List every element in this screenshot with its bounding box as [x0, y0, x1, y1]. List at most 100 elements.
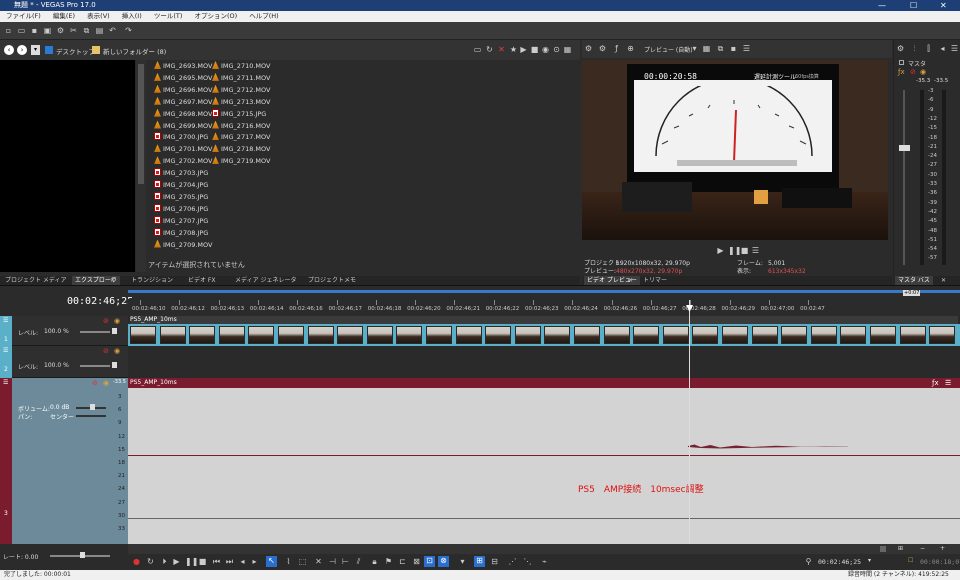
play-start-icon[interactable]: ⏵ [160, 557, 169, 566]
lock-icon[interactable]: 🔒︎ [370, 557, 379, 566]
delete-tool-icon[interactable]: ✕ [314, 557, 323, 566]
tab-video-fx[interactable]: ビデオ FX [185, 276, 218, 285]
track-2-level-value[interactable]: 100.0 % [44, 362, 69, 369]
delete-icon[interactable]: ✕ [497, 45, 506, 54]
scroll-thumb[interactable] [880, 546, 886, 552]
open-folder-icon[interactable]: ▭ [17, 26, 26, 35]
fx-icon[interactable]: ƒ [612, 44, 621, 53]
track-2-lane[interactable] [128, 346, 960, 378]
go-start-icon[interactable]: ⏮ [212, 557, 221, 566]
track-1-level-value[interactable]: 100.0 % [44, 328, 69, 335]
back-icon[interactable]: ‹ [4, 45, 14, 55]
track-2-level-slider[interactable] [80, 365, 110, 367]
snap-marker-icon[interactable]: ⌁ [540, 557, 549, 566]
minimize-button[interactable]: — [878, 0, 886, 11]
master-fx-icon[interactable]: ƒx [898, 68, 905, 76]
tab-project-media[interactable]: プロジェクト メディア [2, 276, 70, 285]
menu-insert[interactable]: 挿入(I) [122, 12, 142, 20]
transport-pause-icon[interactable]: ❚❚ [185, 557, 198, 566]
track-2-level-knob[interactable] [112, 362, 117, 368]
file-scrollbar[interactable] [136, 60, 146, 272]
close-tab-icon[interactable]: ✕ [110, 276, 115, 285]
master-dim-icon[interactable]: ◂ [938, 44, 947, 53]
track-2-solo-icon[interactable]: ◉ [114, 347, 120, 355]
track-1-level-knob[interactable] [112, 328, 117, 334]
record-icon[interactable]: ● [132, 557, 141, 566]
loop-region-bar[interactable] [128, 290, 960, 293]
track-1-mute-icon[interactable]: ⊘ [103, 317, 109, 325]
preview-settings-icon[interactable]: ⚙ [598, 44, 607, 53]
views-icon[interactable]: ▦ [563, 45, 572, 54]
file-item[interactable]: IMG_2699.MOV [154, 120, 212, 132]
external-monitor-icon[interactable]: ⊕ [626, 44, 635, 53]
transport-stop-icon[interactable]: ■ [198, 557, 207, 566]
track-1-menu-icon[interactable]: ☰ [3, 317, 8, 324]
breadcrumb-desktop[interactable]: デスクトップ [56, 46, 95, 56]
transport-play-icon[interactable]: ▶ [172, 557, 181, 566]
menu-icon[interactable]: ☰ [742, 44, 751, 53]
up-folder-icon[interactable]: ▭ [473, 45, 482, 54]
track-1-solo-icon[interactable]: ◉ [114, 317, 120, 325]
crossfade-icon[interactable]: ⊗ [438, 556, 449, 567]
transport-timecode[interactable]: 00:02:46;25 [818, 558, 861, 566]
track-1-level-slider[interactable] [80, 331, 110, 333]
volume-knob[interactable] [90, 404, 95, 410]
file-item[interactable]: IMG_2700.JPG [154, 131, 208, 143]
tab-media-generators[interactable]: メディア ジェネレータ [232, 276, 300, 285]
preview-menu-icon[interactable]: ☰ [751, 246, 760, 255]
dropdown-icon[interactable]: ▾ [868, 557, 871, 564]
track-2-mute-icon[interactable]: ⊘ [103, 347, 109, 355]
pan-value[interactable]: センター [50, 412, 74, 421]
region-icon[interactable]: ⊏ [398, 557, 407, 566]
tab-transitions[interactable]: トランジション [128, 276, 176, 285]
file-item[interactable]: IMG_2708.JPG [154, 227, 208, 239]
tab-trimmer[interactable]: トリマー [640, 276, 670, 285]
file-item[interactable]: IMG_2713.MOV [212, 96, 270, 108]
file-item[interactable]: IMG_2702.MOV [154, 155, 212, 167]
auto-crossfade-icon[interactable]: ⊞ [474, 556, 485, 567]
play-icon[interactable]: ▶ [519, 45, 528, 54]
playhead-cursor[interactable] [689, 300, 690, 544]
file-item[interactable]: IMG_2701.MOV [154, 143, 212, 155]
file-item[interactable]: IMG_2696.MOV [154, 84, 212, 96]
file-item[interactable]: IMG_2718.MOV [212, 143, 270, 155]
transport-timecode-2[interactable]: 00:00:18;07 [920, 558, 960, 566]
menu-file[interactable]: ファイル(F) [6, 12, 41, 20]
file-item[interactable]: IMG_2703.JPG [154, 167, 208, 179]
audio-fx-icon[interactable]: ƒx [932, 379, 939, 387]
preview-quality[interactable]: プレビュー (自動) [644, 45, 693, 54]
file-item[interactable]: IMG_2710.MOV [212, 60, 270, 72]
master-solo-icon[interactable]: ◉ [920, 68, 926, 76]
menu-view[interactable]: 表示(V) [87, 12, 110, 20]
trim-end-icon[interactable]: ⊢ [341, 557, 350, 566]
volume-value[interactable]: 0.0 dB [50, 404, 69, 411]
file-item[interactable]: IMG_2716.MOV [212, 120, 270, 132]
copy-icon[interactable]: ⧉ [82, 26, 91, 35]
ripple-dropdown-icon[interactable]: ▾ [458, 557, 467, 566]
track-3-header[interactable]: ☰ 3 ⊘ ◉ -33.5 ボリューム: 0.0 dB パン: センター [0, 378, 128, 544]
split-icon[interactable]: ⫽ [354, 557, 363, 566]
timeline-ruler[interactable]: 00:02:46;10 00:02:46;12 00:02:46;13 00:02:4… [128, 299, 960, 316]
menu-options[interactable]: オプション(O) [194, 12, 237, 20]
region-marker[interactable]: +0:07 [903, 290, 921, 296]
master-fader-knob[interactable] [899, 145, 910, 151]
timeline-timecode[interactable]: 00:02:46;25 [67, 296, 133, 307]
master-downmix-icon[interactable]: ⫿ [924, 44, 933, 53]
new-project-icon[interactable]: ▫ [4, 26, 13, 35]
file-item[interactable]: IMG_2711.MOV [212, 72, 270, 84]
file-item[interactable]: IMG_2693.MOV [154, 60, 212, 72]
breadcrumb-folder[interactable]: 新しいフォルダー (8) [103, 46, 166, 56]
close-button[interactable]: ✕ [940, 0, 947, 11]
zoom-in-icon[interactable]: + [940, 545, 945, 552]
history-dropdown-icon[interactable]: ▾ [31, 45, 40, 55]
master-props-icon[interactable]: ⫶ [910, 44, 919, 53]
file-item[interactable]: IMG_2717.MOV [212, 131, 270, 143]
tab-project-notes[interactable]: プロジェクトメモ [305, 276, 359, 285]
options-icon[interactable]: ⊙ [552, 45, 561, 54]
prev-frame-icon[interactable]: ◂ [238, 557, 247, 566]
save-icon[interactable]: ▪ [30, 26, 39, 35]
file-item[interactable]: IMG_2704.JPG [154, 179, 208, 191]
file-item[interactable]: IMG_2697.MOV [154, 96, 212, 108]
master-settings-icon[interactable]: ⚙ [896, 44, 905, 53]
file-item[interactable]: IMG_2695.MOV [154, 72, 212, 84]
